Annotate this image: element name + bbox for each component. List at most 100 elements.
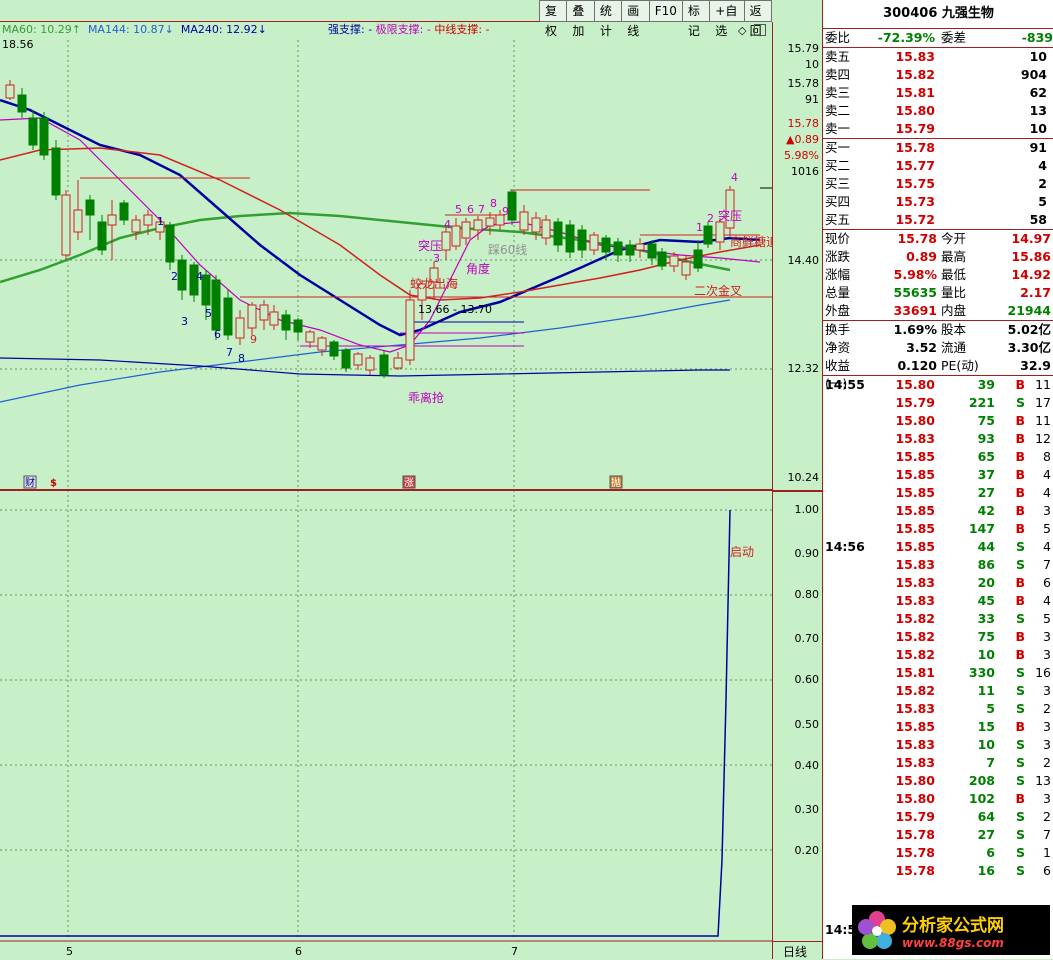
svg-text:4: 4	[444, 218, 451, 231]
svg-text:8: 8	[490, 197, 497, 210]
date-label-6: 6	[295, 945, 302, 958]
count-9: 9	[250, 333, 257, 346]
svg-text:7: 7	[478, 203, 485, 216]
watermark-logo: 分析家公式网 www.88gs.com	[852, 905, 1050, 955]
ask-row[interactable]: 卖一 15.79 10	[823, 120, 1053, 138]
axis-label-2: 10	[805, 58, 819, 71]
ask-row[interactable]: 卖四 15.82 904	[823, 66, 1053, 84]
weibi-row: 委比 -72.39% 委差 -839	[823, 29, 1053, 48]
axis-lower-8: 0.30	[794, 803, 820, 816]
candle	[269, 311, 279, 326]
candle	[317, 337, 327, 351]
candle	[211, 279, 221, 331]
ask-label: 卖二	[825, 103, 851, 118]
ask-volume: 10	[1029, 121, 1047, 136]
flower-icon	[858, 911, 896, 949]
tick-row: 15.78 16 S 6	[895, 863, 1051, 878]
candle	[107, 214, 117, 226]
candle	[589, 234, 599, 251]
ask-label: 卖五	[825, 49, 851, 64]
candle	[647, 243, 657, 259]
candle	[553, 221, 563, 246]
bid-row[interactable]: 买二 15.77 4	[823, 157, 1053, 175]
marker-cai-text: 财	[25, 476, 35, 489]
period-label[interactable]: 日线	[783, 943, 807, 960]
candle	[51, 147, 61, 196]
tick-row: 15.78 6 S 1	[895, 845, 1051, 860]
annot-shangtuo: 商鲜糖追	[730, 234, 772, 249]
axis-lower-4: 0.70	[794, 632, 820, 645]
candle	[39, 117, 49, 156]
annot-qidong: 启动	[730, 545, 754, 559]
candle	[165, 224, 175, 263]
axis-lower-9: 0.20	[794, 844, 820, 857]
quote-panel: 300406 九强生物 委比 -72.39% 委差 -839 卖五 15.83 10…	[822, 0, 1053, 959]
marker-zhang-text: 涨	[404, 477, 414, 489]
ask-price: 15.83	[895, 49, 935, 64]
tick-row: 15.85 27 B 4	[895, 485, 1051, 500]
axis-label-10: 12.32	[787, 362, 820, 375]
bid-row[interactable]: 买五 15.72 58	[823, 211, 1053, 229]
candle	[223, 297, 233, 336]
candle	[201, 274, 211, 306]
watermark-url: www.88gs.com	[902, 935, 1004, 950]
candle	[293, 319, 303, 333]
candle	[601, 237, 611, 253]
svg-text:9: 9	[502, 205, 509, 218]
kline-chart-area[interactable]: 复权 叠加 统计 画线 F10 标记 +自选 返回 MA60: 10.29↑ M…	[0, 0, 772, 959]
stats-block: 现价 15.78 今开 14.97 涨跌 0.89 最高 15.86 涨幅 5.98% 最低 14.9…	[823, 230, 1053, 320]
indicator-line	[0, 509, 731, 937]
ask-volume: 10	[1029, 49, 1047, 64]
candle	[693, 249, 703, 269]
ask-label: 卖四	[825, 67, 851, 82]
candle	[97, 221, 107, 251]
candle	[577, 229, 587, 251]
svg-text:5: 5	[455, 203, 462, 216]
candle	[393, 357, 403, 369]
date-label-5: 5	[66, 945, 73, 958]
axis-label-1: 15.79	[787, 42, 820, 55]
bid-row[interactable]: 买一 15.78 91	[823, 139, 1053, 157]
bid-volume: 5	[1038, 194, 1047, 209]
axis-lower-1: 1.00	[794, 503, 820, 516]
candle	[565, 224, 575, 253]
tick-row: 14:55 15.80 39 B 11	[825, 377, 1051, 392]
annot-angle: 角度	[466, 261, 490, 276]
bid-label: 买一	[825, 140, 851, 155]
tick-row: 15.83 45 B 4	[895, 593, 1051, 608]
date-label-7: 7	[511, 945, 518, 958]
bid-volume: 58	[1029, 212, 1047, 227]
stat-row: 总量 55635 量比 2.17	[825, 285, 1051, 300]
svg-text:1: 1	[696, 221, 703, 234]
candle	[17, 94, 27, 113]
bid-row[interactable]: 买三 15.75 2	[823, 175, 1053, 193]
tick-row: 15.83 10 S 3	[895, 737, 1051, 752]
svg-text:5: 5	[205, 307, 212, 320]
annot-step60: 踩60线	[488, 243, 527, 257]
candle	[235, 317, 245, 339]
candle	[329, 341, 339, 357]
ask-row[interactable]: 卖三 15.81 62	[823, 84, 1053, 102]
annot-erci: 二次金叉	[694, 283, 742, 298]
axis-label-7: 5.98%	[784, 149, 819, 162]
candle	[703, 225, 713, 245]
tick-list[interactable]: 14:55 15.80 39 B 11 15.79 221 S 17 15.80 75 B 11 15.8…	[823, 376, 1053, 880]
count-numbers-top: 345 678 9124	[433, 171, 738, 265]
annot-jiaolong: 蛟龙出海	[410, 276, 458, 291]
annot-range: 13.66 - 13.70	[418, 303, 492, 316]
svg-text:4: 4	[731, 171, 738, 184]
axis-label-5: 15.78	[787, 117, 820, 130]
ask-row[interactable]: 卖五 15.83 10	[823, 48, 1053, 66]
bid-label: 买四	[825, 194, 851, 209]
stat2-row: 净资 3.52 流通 3.30亿	[825, 340, 1051, 355]
candle	[119, 202, 129, 221]
ask-row[interactable]: 卖二 15.80 13	[823, 102, 1053, 120]
tick-row: 15.85 147 B 5	[895, 521, 1051, 536]
bid-row[interactable]: 买四 15.73 5	[823, 193, 1053, 211]
bid-label: 买三	[825, 176, 851, 191]
candle	[405, 299, 415, 361]
tick-row: 15.82 33 S 5	[895, 611, 1051, 626]
tick-row: 15.83 20 B 6	[895, 575, 1051, 590]
candle	[485, 217, 495, 227]
candle	[5, 84, 15, 99]
